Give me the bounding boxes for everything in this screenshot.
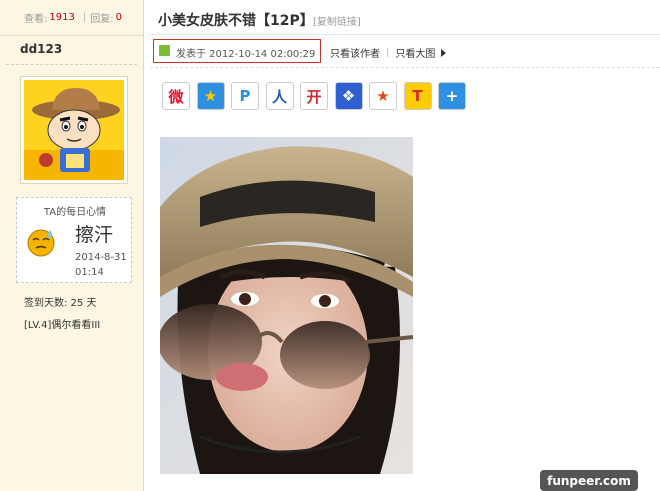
qzone-icon[interactable]: ★ xyxy=(196,82,225,110)
pengyou-icon[interactable]: ★ xyxy=(369,82,397,110)
avatar-cartoon-icon xyxy=(24,80,124,180)
views-label: 查看: xyxy=(24,14,48,25)
sweat-face-icon xyxy=(27,229,55,257)
post-stats: 查看: 1913 | 回复: 0 xyxy=(0,0,143,36)
mood-text: 擦汗 xyxy=(75,224,114,246)
online-status-icon xyxy=(159,45,170,56)
post-header-divider xyxy=(150,67,660,68)
weibo-icon[interactable]: 微 xyxy=(162,82,190,110)
kaixin-icon[interactable]: 开 xyxy=(300,82,328,110)
copy-link-button[interactable]: [复制链接] xyxy=(313,13,361,28)
replies-count: 0 xyxy=(115,12,122,23)
daily-mood-box: TA的每日心情 擦汗 2014-8-31 01:14 xyxy=(16,197,132,283)
thread-title: 小美女皮肤不错【12P】 xyxy=(158,13,314,29)
post-photo[interactable] xyxy=(160,137,413,474)
share-toolbar: 微 ★ P 人开 ❖ ★ T + xyxy=(162,82,473,110)
mood-time: 01:14 xyxy=(75,267,104,278)
mood-date: 2014-8-31 xyxy=(75,252,127,263)
replies-label: 回复: xyxy=(90,14,114,25)
baidu-icon-glyph: ❖ xyxy=(341,87,356,105)
tianya-icon-glyph: T xyxy=(412,87,423,105)
tianya-icon[interactable]: T xyxy=(403,82,432,110)
tencent-weibo-icon-glyph: P xyxy=(239,87,251,105)
baidu-icon[interactable]: ❖ xyxy=(334,82,363,110)
watermark: funpeer.com xyxy=(540,470,638,491)
renren-icon[interactable]: 人 xyxy=(265,82,294,110)
kaixin-icon-glyph: 开 xyxy=(306,87,322,106)
arrow-right-icon xyxy=(441,48,447,57)
post-time: 发表于 2012-10-14 02:00:29 xyxy=(176,49,316,60)
renren-icon-glyph: 人 xyxy=(271,87,287,106)
views-count: 1913 xyxy=(49,12,75,23)
sidebar-divider xyxy=(6,64,137,65)
author-sidebar: 查看: 1913 | 回复: 0 dd123 TA的每日心情 擦汗 2014-8… xyxy=(0,0,144,491)
weibo-icon-glyph: 微 xyxy=(168,87,184,106)
checkin-days: 签到天数: 25 天 xyxy=(24,298,97,309)
title-divider xyxy=(150,34,660,35)
mood-datetime: 2014-8-31 01:14 xyxy=(75,250,131,280)
post-time-box: 发表于 2012-10-14 02:00:29 xyxy=(153,39,321,63)
only-large-images-link[interactable]: 只看大图 xyxy=(395,45,435,60)
mood-title: TA的每日心情 xyxy=(43,207,107,218)
avatar[interactable] xyxy=(20,76,128,184)
qzone-icon-glyph: ★ xyxy=(203,87,218,105)
only-author-link[interactable]: 只看该作者 xyxy=(330,45,380,60)
girl-with-hat-photo-icon xyxy=(160,137,413,474)
tencent-weibo-icon[interactable]: P xyxy=(231,82,259,110)
post-view-links: 只看该作者 | 只看大图 xyxy=(330,45,447,60)
author-username[interactable]: dd123 xyxy=(20,42,62,56)
more-share-icon-glyph: + xyxy=(445,87,459,105)
more-share-icon[interactable]: + xyxy=(438,82,466,110)
pengyou-icon-glyph: ★ xyxy=(376,87,390,105)
user-level[interactable]: [LV.4]偶尔看看III xyxy=(24,316,100,331)
